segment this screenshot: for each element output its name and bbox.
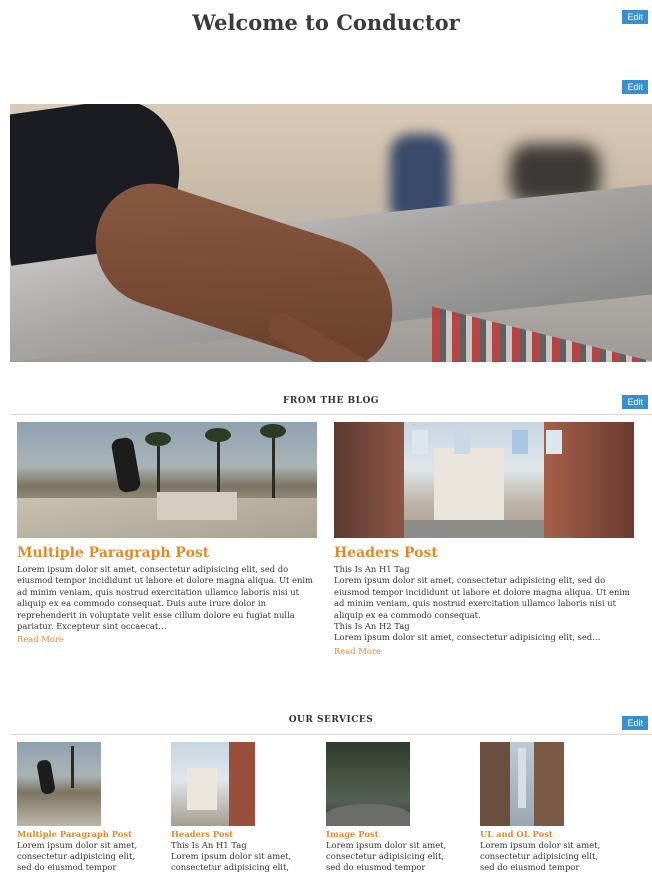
city-building [534, 742, 564, 826]
post-paragraph: Lorem ipsum dolor sit amet, consectetur … [334, 632, 601, 643]
services-section-heading: OUR SERVICES [288, 715, 374, 725]
post-paragraph: Lorem ipsum dolor sit amet, consectetur … [334, 575, 630, 620]
blog-divider [10, 414, 652, 415]
blog-post-card: Multiple Paragraph Post Lorem ipsum dolo… [17, 422, 317, 645]
service-title[interactable]: Multiple Paragraph Post [17, 829, 162, 840]
read-more-link[interactable]: Read More [334, 646, 634, 657]
palm-tree [272, 428, 275, 498]
skater [110, 436, 142, 494]
hero-image [10, 104, 652, 362]
service-line: This Is An H1 Tag [171, 840, 247, 850]
laundry [454, 430, 470, 454]
service-line: Lorem ipsum dolor sit amet, [480, 840, 601, 850]
service-image[interactable] [326, 742, 410, 826]
service-line: sed do eiusmod tempor [326, 862, 426, 872]
city-building [480, 742, 510, 826]
street-wall [334, 422, 404, 538]
street-road [404, 520, 544, 538]
blog-post-image[interactable] [334, 422, 634, 538]
hero-edit-button[interactable]: Edit [622, 80, 648, 94]
header-edit-button[interactable]: Edit [622, 10, 648, 24]
service-title[interactable]: UL and OL Post [480, 829, 625, 840]
palm-tree [217, 434, 220, 498]
service-item: Image Post Lorem ipsum dolor sit amet, c… [326, 742, 471, 873]
palm-tree [157, 438, 160, 498]
service-image[interactable] [480, 742, 564, 826]
services-divider [10, 734, 652, 735]
service-line: sed do eiusmod tempor [480, 862, 580, 872]
blog-section-heading: FROM THE BLOG [283, 396, 379, 406]
read-more-link[interactable]: Read More [17, 634, 317, 645]
service-line: Lorem ipsum dolor sit amet, [17, 840, 138, 850]
service-image[interactable] [171, 742, 255, 826]
street-house [187, 768, 217, 810]
skate-block [157, 492, 237, 520]
street-house [434, 448, 504, 522]
laundry [412, 430, 428, 454]
palm-crown [205, 428, 231, 442]
laundry [546, 430, 562, 454]
mixing-board-knobs [432, 306, 652, 362]
service-item: Multiple Paragraph Post Lorem ipsum dolo… [17, 742, 162, 873]
service-title[interactable]: Image Post [326, 829, 471, 840]
service-line: Lorem ipsum dolor sit amet, [171, 851, 292, 861]
service-line: sed do eiusmod tempor [17, 862, 117, 872]
skater [36, 759, 56, 795]
services-edit-button[interactable]: Edit [622, 716, 648, 730]
blog-post-excerpt: This Is An H1 Tag Lorem ipsum dolor sit … [334, 564, 634, 644]
service-line: Lorem ipsum dolor sit amet, [326, 840, 447, 850]
blog-edit-button[interactable]: Edit [622, 395, 648, 409]
service-line: consectetur adipisicing elit, [171, 862, 289, 872]
blog-post-image[interactable] [17, 422, 317, 538]
service-item: Headers Post This Is An H1 Tag Lorem ips… [171, 742, 316, 873]
service-line: consectetur adipisicing elit, [326, 851, 444, 861]
service-item: UL and OL Post Lorem ipsum dolor sit ame… [480, 742, 625, 873]
service-line: consectetur adipisicing elit, [17, 851, 135, 861]
blog-post-title[interactable]: Multiple Paragraph Post [17, 544, 317, 562]
palm-tree [71, 746, 74, 788]
blog-post-excerpt: Lorem ipsum dolor sit amet, consectetur … [17, 564, 313, 632]
laundry [512, 430, 528, 454]
blog-post-title[interactable]: Headers Post [334, 544, 634, 562]
tunnel-road [326, 804, 410, 826]
blog-post-card: Headers Post This Is An H1 Tag Lorem ips… [334, 422, 634, 657]
palm-crown [145, 432, 171, 446]
page-title: Welcome to Conductor [192, 10, 460, 35]
service-title[interactable]: Headers Post [171, 829, 316, 840]
street-wall [229, 742, 255, 826]
post-h1-text: This Is An H1 Tag [334, 564, 410, 574]
service-image[interactable] [17, 742, 101, 826]
service-line: consectetur adipisicing elit, [480, 851, 598, 861]
city-tower [518, 748, 526, 808]
palm-crown [260, 424, 286, 438]
post-h2-text: This Is An H2 Tag [334, 621, 410, 632]
